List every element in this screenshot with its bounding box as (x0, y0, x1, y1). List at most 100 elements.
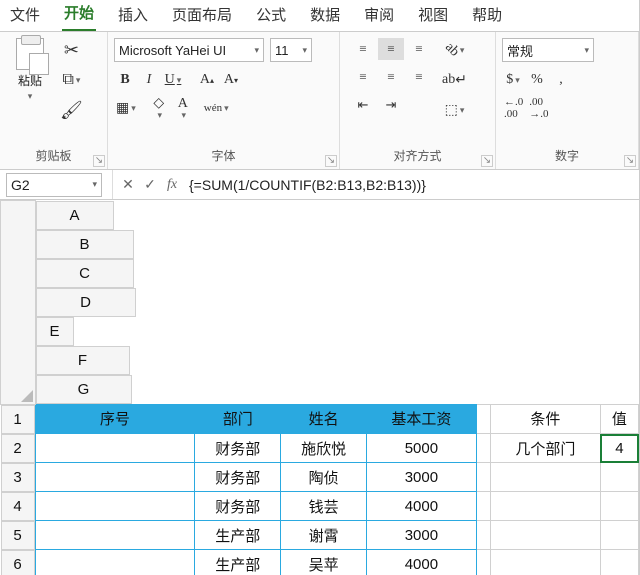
border-button[interactable]: ▦ (114, 96, 138, 120)
cell-G1[interactable]: 值 (600, 404, 638, 434)
row-header-6[interactable]: 6 (1, 550, 35, 575)
formula-input[interactable]: {=SUM(1/COUNTIF(B2:B13,B2:B13))} (183, 177, 639, 193)
row-header-4[interactable]: 4 (1, 492, 35, 521)
col-header-E[interactable]: E (36, 317, 74, 346)
tab-formulas[interactable]: 公式 (254, 0, 288, 31)
fill-color-button[interactable]: ◇ (148, 96, 170, 120)
spreadsheet-grid[interactable]: ABCDEFG1序号部门姓名基本工资条件值2财务部施欣悦5000几个部门43财务… (0, 200, 639, 575)
cell-B1[interactable]: 部门 (195, 404, 281, 434)
font-launcher[interactable]: ↘ (325, 155, 337, 167)
cell-C2[interactable]: 施欣悦 (281, 434, 367, 463)
tab-home[interactable]: 开始 (62, 0, 96, 31)
alignment-launcher[interactable]: ↘ (481, 155, 493, 167)
cell-A4[interactable] (35, 492, 195, 521)
cell-D2[interactable]: 5000 (367, 434, 477, 463)
tab-view[interactable]: 视图 (416, 0, 450, 31)
align-bottom-button[interactable]: ≡ (406, 38, 432, 60)
italic-button[interactable]: I (138, 68, 160, 92)
cell-A1[interactable]: 序号 (35, 404, 195, 434)
phonetic-button[interactable]: wén (202, 96, 231, 120)
row-header-1[interactable]: 1 (1, 405, 35, 434)
cell-C6[interactable]: 吴苹 (281, 550, 367, 575)
cell-B2[interactable]: 财务部 (195, 434, 281, 463)
number-launcher[interactable]: ↘ (624, 155, 636, 167)
paste-button[interactable]: 粘贴 ▾ (10, 38, 50, 102)
cell-D6[interactable]: 4000 (367, 550, 477, 575)
tab-insert[interactable]: 插入 (116, 0, 150, 31)
cell-G3[interactable] (600, 463, 638, 492)
decrease-indent-button[interactable]: ⇤ (350, 94, 376, 116)
col-header-D[interactable]: D (36, 288, 136, 317)
col-header-A[interactable]: A (36, 201, 114, 230)
cell-E3[interactable] (476, 463, 490, 492)
increase-indent-button[interactable]: ⇥ (378, 94, 404, 116)
tab-data[interactable]: 数据 (308, 0, 342, 31)
align-center-button[interactable]: ≡ (378, 66, 404, 88)
wrap-text-button[interactable]: ab↵ (440, 68, 469, 92)
cell-E1[interactable] (476, 404, 490, 434)
decrease-decimal-button[interactable]: .00→.0 (527, 96, 550, 120)
cell-F6[interactable] (491, 550, 601, 575)
cell-F1[interactable]: 条件 (491, 404, 601, 434)
font-size-select[interactable]: 11▾ (270, 38, 312, 62)
row-header-5[interactable]: 5 (1, 521, 35, 550)
cell-A2[interactable] (35, 434, 195, 463)
cell-C4[interactable]: 钱芸 (281, 492, 367, 521)
clipboard-launcher[interactable]: ↘ (93, 155, 105, 167)
confirm-formula-button[interactable]: ✓ (139, 176, 161, 193)
decrease-font-button[interactable]: A▾ (220, 68, 242, 92)
cell-B5[interactable]: 生产部 (195, 521, 281, 550)
cell-D3[interactable]: 3000 (367, 463, 477, 492)
name-box[interactable]: G2▾ (6, 173, 102, 197)
cell-G5[interactable] (600, 521, 638, 550)
copy-button[interactable]: ⧉ (58, 68, 85, 92)
cell-G2[interactable]: 4 (600, 434, 638, 463)
cell-F4[interactable] (491, 492, 601, 521)
col-header-C[interactable]: C (36, 259, 134, 288)
cell-F2[interactable]: 几个部门 (491, 434, 601, 463)
cell-B6[interactable]: 生产部 (195, 550, 281, 575)
cell-D1[interactable]: 基本工资 (367, 404, 477, 434)
align-middle-button[interactable]: ≡ (378, 38, 404, 60)
percent-button[interactable]: % (526, 68, 548, 92)
cancel-formula-button[interactable]: ✕ (117, 176, 139, 193)
col-header-B[interactable]: B (36, 230, 134, 259)
cell-A5[interactable] (35, 521, 195, 550)
col-header-G[interactable]: G (36, 375, 132, 404)
format-painter-button[interactable]: 🖌 (58, 98, 85, 122)
cell-F3[interactable] (491, 463, 601, 492)
col-header-F[interactable]: F (36, 346, 130, 375)
increase-font-button[interactable]: A▴ (196, 68, 218, 92)
font-name-select[interactable]: Microsoft YaHei UI▾ (114, 38, 264, 62)
cell-B4[interactable]: 财务部 (195, 492, 281, 521)
tab-review[interactable]: 审阅 (362, 0, 396, 31)
cell-G6[interactable] (600, 550, 638, 575)
cell-B3[interactable]: 财务部 (195, 463, 281, 492)
row-header-3[interactable]: 3 (1, 463, 35, 492)
tab-file[interactable]: 文件 (8, 0, 42, 31)
row-header-2[interactable]: 2 (1, 434, 35, 463)
bold-button[interactable]: B (114, 68, 136, 92)
cell-E2[interactable] (476, 434, 490, 463)
cell-C5[interactable]: 谢霄 (281, 521, 367, 550)
tab-page-layout[interactable]: 页面布局 (170, 0, 234, 31)
cell-A6[interactable] (35, 550, 195, 575)
cell-D5[interactable]: 3000 (367, 521, 477, 550)
orientation-button[interactable]: ab (440, 38, 469, 62)
align-right-button[interactable]: ≡ (406, 66, 432, 88)
number-format-select[interactable]: 常规▾ (502, 38, 594, 62)
underline-button[interactable]: U (162, 68, 184, 92)
cell-D4[interactable]: 4000 (367, 492, 477, 521)
cell-E5[interactable] (476, 521, 490, 550)
cell-E6[interactable] (476, 550, 490, 575)
cell-F5[interactable] (491, 521, 601, 550)
align-left-button[interactable]: ≡ (350, 66, 376, 88)
fx-button[interactable]: fx (161, 177, 183, 193)
tab-help[interactable]: 帮助 (470, 0, 504, 31)
cell-G4[interactable] (600, 492, 638, 521)
merge-button[interactable]: ⬚ (440, 98, 469, 122)
comma-button[interactable]: , (550, 68, 572, 92)
align-top-button[interactable]: ≡ (350, 38, 376, 60)
cut-button[interactable]: ✂ (58, 38, 85, 62)
currency-button[interactable]: $ (502, 68, 524, 92)
